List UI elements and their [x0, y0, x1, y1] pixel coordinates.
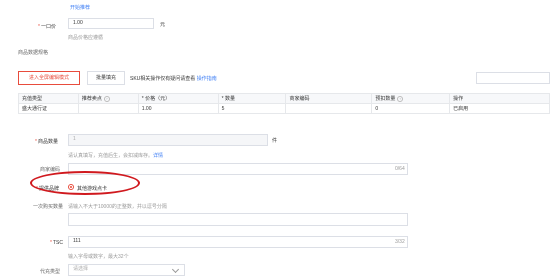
sku-search-input[interactable] [476, 72, 550, 84]
column-header: 推荐卖点? [77, 93, 139, 104]
table-cell-status: 已启用 [449, 103, 550, 114]
help-icon[interactable]: ? [397, 95, 404, 102]
quantity-unit: 件 [272, 138, 278, 144]
tsc-hint: 输入字母或数字，最大32个 [68, 254, 129, 260]
table-cell: 盛大通行证 [18, 103, 79, 114]
quantity-input[interactable]: 1 [68, 134, 268, 146]
highlight-ellipse [30, 171, 140, 195]
operation-guide-link[interactable]: 操作指南 [197, 76, 217, 82]
limit-input[interactable] [68, 213, 408, 226]
price-hint: 商品价格应遵循 [68, 35, 104, 41]
price-input[interactable]: 1.00 [68, 18, 154, 29]
column-header: * 数量 [217, 93, 287, 104]
sku-table: 充值类型 推荐卖点? * 价格（元） * 数量 商家编码 预扣数量? 操作 盛大… [18, 93, 550, 114]
charge-type-select[interactable]: 请选择 [68, 264, 185, 276]
sku-section-title: 商品数据规格 [18, 50, 49, 56]
limit-label: 一次购买数量 [33, 204, 64, 210]
charge-type-label: 代充类型 [40, 269, 61, 275]
column-header: 充值类型 [18, 93, 79, 104]
full-edit-mode-button[interactable]: 进入全屏编辑模式 [18, 71, 80, 85]
sku-help-text: SKU相关操作仅有疑问请查看 [130, 76, 196, 82]
table-cell-quantity[interactable]: 5 [217, 103, 287, 114]
limit-hint: 请输入不大于10000的正整数，并以逗号分隔 [68, 204, 167, 210]
quantity-hint: 请认真填写，充值后生，会扣减库存。详情 [68, 153, 164, 159]
price-label: *一口价 [38, 24, 56, 30]
tsc-label: *TSC [50, 240, 63, 246]
quantity-label: *商品数量 [35, 139, 58, 145]
sku-table-header: 充值类型 推荐卖点? * 价格（元） * 数量 商家编码 预扣数量? 操作 [18, 93, 550, 104]
sku-help-note: SKU相关操作仅有疑问请查看 操作指南 [130, 75, 217, 82]
table-cell-price[interactable]: 1.00 [137, 103, 219, 114]
column-header: 预扣数量? [371, 93, 451, 104]
batch-fill-button[interactable]: 批量填充 [87, 71, 125, 85]
tsc-counter: 3/32 [395, 239, 405, 245]
tsc-input[interactable]: 111 [68, 236, 408, 248]
table-cell: 0 [371, 103, 451, 114]
help-icon[interactable]: ? [103, 95, 110, 102]
table-row: 盛大通行证 1.00 5 0 已启用 [18, 103, 550, 114]
table-cell-code[interactable] [285, 103, 373, 114]
column-header: * 价格（元） [137, 93, 219, 104]
chevron-down-icon [171, 265, 180, 274]
table-cell[interactable] [77, 103, 139, 114]
column-header: 商家编码 [285, 93, 373, 104]
recommend-link[interactable]: 开始推荐 [70, 4, 90, 11]
quantity-detail-link[interactable]: 详情 [153, 153, 163, 159]
column-header: 操作 [449, 93, 550, 104]
price-unit: 元 [160, 22, 166, 28]
merchant-code-counter: 0/64 [395, 166, 405, 172]
